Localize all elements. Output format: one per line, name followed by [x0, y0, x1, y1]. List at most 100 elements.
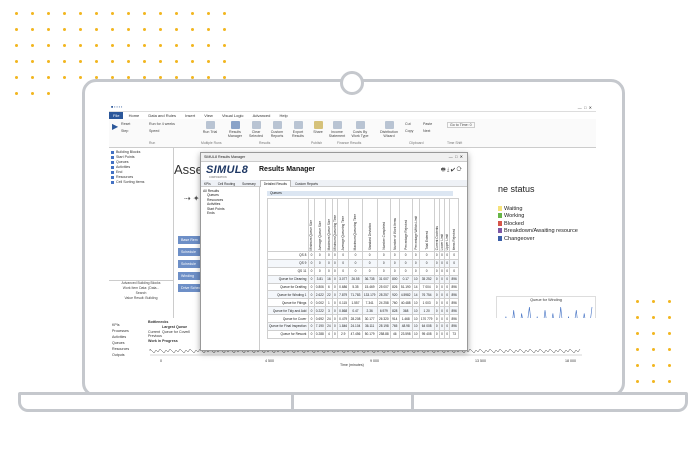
custom-reports-button[interactable]: Custom Reports — [267, 121, 287, 138]
table-cell: 3.077 — [336, 274, 350, 284]
go-to-time-field[interactable]: Go to Time: 0 — [447, 122, 475, 128]
table-cell: 800 — [389, 274, 400, 284]
distribution-wizard-button[interactable]: Distribution Wizard — [377, 121, 401, 138]
bottlenecks-header: Bottlenecks — [148, 320, 169, 324]
copy-button[interactable]: Copy — [405, 129, 413, 133]
speed-slider[interactable]: Speed — [149, 129, 159, 133]
table-cell: 25 007 — [376, 282, 391, 292]
results-manager-dialog: SIMUL8 Results Manager — □ ✕ SIMUL8 CORP… — [200, 152, 468, 351]
table-cell: 47.456 — [348, 329, 363, 339]
table-cell: 1 20 — [418, 306, 435, 316]
side-tab-outputs[interactable]: Outputs — [112, 352, 142, 358]
decor-dot — [79, 12, 82, 15]
legend-item: Breakdown/Awaiting resource — [498, 228, 578, 235]
table-row[interactable]: Queue for Final Inspection 0 7.190 24 0 1.846… — [266, 322, 459, 331]
table-row[interactable]: Queue for Tidy and Add 0 0.222 3 0 0.868 0.47 2… — [266, 306, 459, 316]
table-cell: 0 — [449, 258, 459, 268]
decor-dot — [159, 12, 162, 15]
table-cell: 0.479 — [336, 314, 350, 324]
table-row[interactable]: QS 90000000000000000 — [266, 258, 459, 268]
table-cell: 7 004 — [418, 282, 435, 292]
table-cell: 0.47 — [348, 306, 363, 316]
decor-dot — [191, 60, 194, 63]
ribbon-tab-visual-logic[interactable]: Visual Logic — [218, 112, 248, 119]
row-label: Queue for Final Inspection — [266, 322, 310, 331]
results-manager-button[interactable]: Results Manager — [225, 121, 245, 138]
decor-dot — [63, 12, 66, 15]
dialog-window-controls[interactable]: — □ ✕ — [449, 153, 463, 161]
run-trial-button[interactable]: Run Trial — [201, 121, 219, 134]
decor-dot — [207, 28, 210, 31]
mini-chart-title: Queue for Winding — [530, 298, 562, 302]
table-row[interactable]: Queue for Fitings 0 0.002 1 0 0.115 1.557 7.341… — [266, 298, 459, 308]
paste-button[interactable]: Paste — [423, 122, 432, 126]
x-tick: 4 500 — [265, 359, 274, 363]
table-cell: 0 — [313, 266, 327, 276]
decor-dot — [15, 12, 18, 15]
decor-dot — [95, 44, 98, 47]
column-header-label: Minimum Queue Size — [309, 219, 314, 250]
table-cell: 896 — [449, 282, 459, 292]
ribbon-tab-advanced[interactable]: Advanced — [249, 112, 275, 119]
step-button[interactable]: Step — [121, 129, 128, 133]
table-cell: 920 — [389, 290, 400, 300]
table-cell: 40.488 — [398, 298, 413, 308]
table-cell: 10 — [411, 298, 420, 308]
legend-swatch — [498, 220, 502, 226]
table-cell: 0.115 — [336, 298, 350, 308]
dialog-toolbar-icons[interactable]: 🖶 ⤓ ✔ ⟳ — [441, 167, 462, 175]
table-cell: 24.104 — [348, 322, 363, 331]
decor-dot — [31, 12, 34, 15]
export-results-button[interactable]: Export Results — [289, 121, 307, 138]
table-cell: 1.557 — [348, 298, 363, 308]
table-cell: 24 — [324, 322, 333, 331]
ribbon-tab-home[interactable]: Home — [125, 112, 144, 119]
legend-item: Working — [498, 213, 578, 220]
current-queue-value: Queue for Cover — [162, 330, 189, 334]
clear-selected-button[interactable]: Clear Selected — [247, 121, 265, 138]
table-cell: 1 — [324, 298, 333, 308]
table-row[interactable]: Queue for Winding 1 0 2.622 22 0 7.879 71.783 1… — [266, 290, 459, 300]
row-label: Queue for Drafting — [266, 282, 310, 292]
dialog-tab-detailed-results[interactable]: Detailed Results — [259, 180, 291, 187]
run-play-button[interactable]: ▶ — [112, 122, 118, 131]
ribbon-tab-help[interactable]: Help — [276, 112, 292, 119]
decor-dot — [175, 60, 178, 63]
tree-item[interactable]: Cell Sorting Items — [111, 180, 144, 185]
next-button[interactable]: Next — [423, 129, 430, 133]
decor-dot — [79, 76, 82, 79]
footer-item[interactable]: Value Result: Building — [109, 296, 173, 301]
table-cell: 14 — [411, 282, 420, 292]
table-row[interactable]: QS 11 0 0 0 0 0 0 0 0 0 0 0 0 0 0 0 0 — [266, 266, 459, 276]
table-cell: 0 — [418, 258, 435, 268]
income-statement-button[interactable]: Income Statement — [327, 121, 347, 138]
decor-dot — [159, 60, 162, 63]
table-row[interactable]: Queue for Cleaning 0 3.81 16 0 3.077 26.55 36.7… — [266, 274, 459, 284]
table-cell: 76 754 — [418, 290, 435, 300]
cut-button[interactable]: Cut — [405, 122, 411, 126]
dialog-title: SIMUL8 Results Manager — [204, 155, 246, 159]
run-duration-field[interactable]: Run for 4 weeks — [149, 122, 175, 126]
table-cell: 7.341 — [361, 298, 378, 308]
column-header: Number of Work Items — [389, 198, 400, 252]
costs-by-work-type-button[interactable]: Costs By Work Type — [349, 121, 371, 138]
legend-swatch — [498, 213, 502, 219]
table-cell: 0 — [418, 251, 435, 260]
x-tick: 9 000 — [370, 359, 379, 363]
ribbon-tab-view[interactable]: View — [200, 112, 217, 119]
ribbon-tab-insert[interactable]: Insert — [181, 112, 199, 119]
decor-dot — [63, 28, 66, 31]
decor-dot — [111, 12, 114, 15]
table-row[interactable]: QS 80000000000000000 — [266, 251, 459, 260]
table-row[interactable]: Queue for Drafting 0 0.806 6 0 0.686 5.35 15.46… — [266, 282, 459, 292]
decor-dot — [668, 364, 671, 367]
ribbon-tab-file[interactable]: File — [109, 112, 124, 119]
reset-button[interactable]: Reset — [121, 122, 130, 126]
x-tick: 18 000 — [565, 359, 576, 363]
share-button[interactable]: Share — [311, 121, 325, 134]
results-tree-item[interactable]: Ends — [203, 211, 259, 215]
ribbon-tab-data-rules[interactable]: Data and Rules — [144, 112, 180, 119]
table-cell: 2.9 — [336, 329, 350, 339]
table-row[interactable]: Queue for Rework 0 0.288 4 0 2.9 47.456 50.179 2… — [266, 329, 459, 339]
table-row[interactable]: Queue for Cover 0 0.692 24 0 0.479 28.208 30.17… — [266, 314, 459, 324]
